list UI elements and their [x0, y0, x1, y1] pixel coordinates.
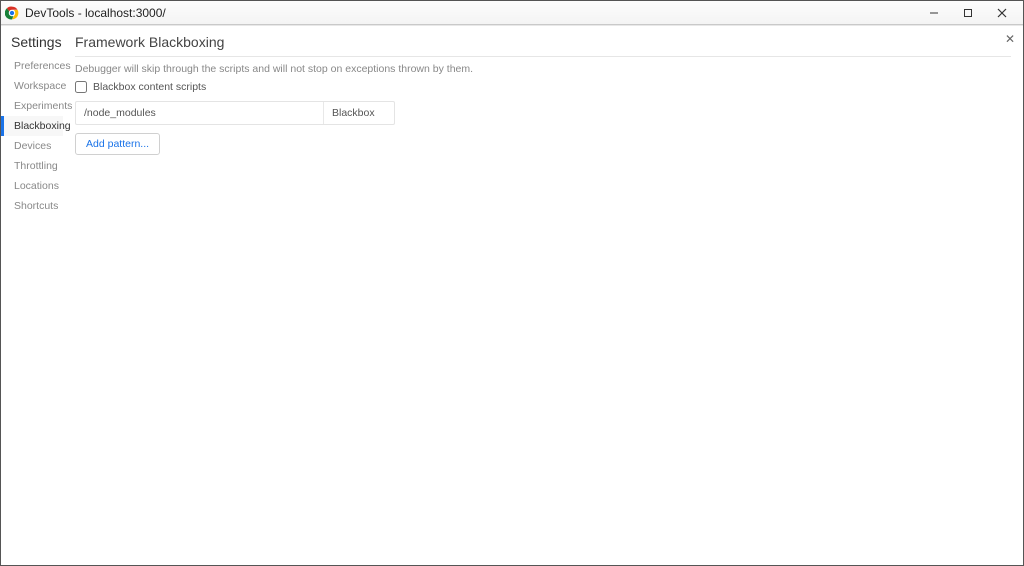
settings-title: Settings — [1, 34, 63, 56]
chrome-icon — [5, 6, 19, 20]
close-icon[interactable]: ✕ — [1005, 32, 1015, 46]
sidebar-item-preferences[interactable]: Preferences — [1, 56, 63, 76]
divider — [75, 56, 1011, 57]
pattern-cell[interactable]: /node_modules — [76, 102, 324, 124]
sidebar-item-experiments[interactable]: Experiments — [1, 96, 63, 116]
window-controls — [917, 2, 1019, 24]
maximize-button[interactable] — [951, 2, 985, 24]
pattern-table: /node_modules Blackbox — [75, 101, 395, 125]
minimize-button[interactable] — [917, 2, 951, 24]
blackbox-content-scripts-row: Blackbox content scripts — [75, 81, 1011, 93]
sidebar-item-blackboxing[interactable]: Blackboxing — [1, 116, 63, 136]
titlebar: DevTools - localhost:3000/ — [1, 1, 1023, 25]
sidebar-item-workspace[interactable]: Workspace — [1, 76, 63, 96]
settings-main: Framework Blackboxing Debugger will skip… — [63, 26, 1023, 565]
sidebar-item-shortcuts[interactable]: Shortcuts — [1, 196, 63, 216]
close-window-button[interactable] — [985, 2, 1019, 24]
settings-panel: ✕ Settings Preferences Workspace Experim… — [1, 25, 1023, 565]
blackbox-content-scripts-label[interactable]: Blackbox content scripts — [93, 81, 206, 93]
page-description: Debugger will skip through the scripts a… — [75, 63, 1011, 75]
sidebar-item-throttling[interactable]: Throttling — [1, 156, 63, 176]
behavior-cell[interactable]: Blackbox — [324, 102, 394, 124]
add-pattern-button[interactable]: Add pattern... — [75, 133, 160, 155]
window-frame: DevTools - localhost:3000/ ✕ Settings Pr… — [0, 0, 1024, 566]
page-title: Framework Blackboxing — [75, 34, 1011, 56]
settings-sidebar: Settings Preferences Workspace Experimen… — [1, 26, 63, 565]
blackbox-content-scripts-checkbox[interactable] — [75, 81, 87, 93]
sidebar-item-devices[interactable]: Devices — [1, 136, 63, 156]
window-title: DevTools - localhost:3000/ — [25, 6, 166, 20]
sidebar-item-locations[interactable]: Locations — [1, 176, 63, 196]
